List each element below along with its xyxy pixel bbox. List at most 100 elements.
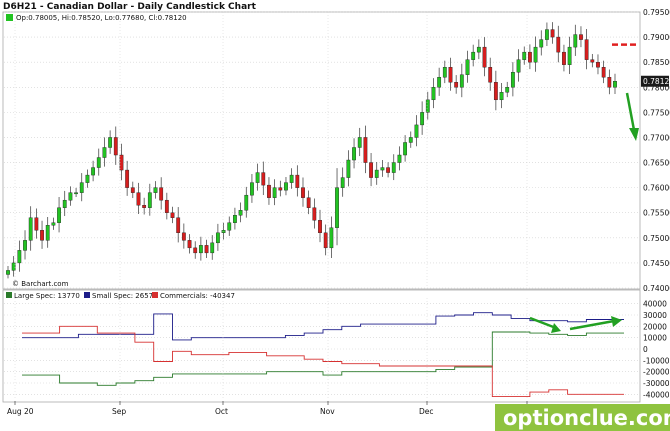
candle-body: [181, 232, 186, 241]
candle-body: [459, 74, 464, 88]
candle-body: [607, 77, 612, 88]
watermark: optionclue.com: [495, 404, 670, 431]
candle-body: [221, 230, 226, 233]
ohlc-marker: [6, 14, 13, 21]
cot-legend: Large Spec: 13770 Small Spec: 26577 Comm…: [6, 292, 235, 300]
candle-body: [142, 204, 147, 208]
candle-body: [250, 182, 254, 196]
chart-title: D6H21 - Canadian Dollar - Daily Candlest…: [3, 2, 257, 12]
price-tick-label: 0.77500: [643, 108, 670, 117]
candle-body: [74, 192, 78, 195]
x-tick-label: Aug 20: [7, 407, 34, 416]
candle-body: [159, 187, 164, 201]
candle-body: [550, 29, 555, 38]
candle-body: [28, 217, 33, 241]
candle-body: [414, 124, 419, 138]
candle-body: [23, 240, 27, 251]
candle-body: [545, 29, 549, 40]
candle-body: [369, 162, 373, 178]
candle-body: [119, 154, 124, 171]
legend-large-spec: Large Spec: 13770: [14, 292, 80, 300]
candle-body: [448, 66, 453, 83]
candle-body: [289, 174, 294, 183]
cot-tick-label: 20000: [643, 322, 667, 331]
cot-tick-label: 30000: [643, 311, 667, 320]
candle-body: [346, 159, 351, 178]
candle-body: [431, 87, 436, 101]
candle-body: [198, 245, 203, 254]
candle-body: [471, 51, 476, 60]
candle-body: [482, 46, 487, 68]
price-tick-label: 0.74000: [643, 284, 670, 293]
candle-body: [272, 187, 277, 198]
candle-body: [391, 162, 396, 173]
candle-body: [590, 59, 595, 63]
cot-tick-label: 0: [643, 345, 648, 354]
price-tick-label: 0.79500: [643, 8, 670, 17]
candle-body: [596, 61, 600, 68]
candle-body: [261, 172, 266, 186]
candle-body: [267, 184, 271, 198]
candle-body: [301, 187, 305, 198]
candle-body: [113, 137, 118, 156]
cot-tick-label: 10000: [643, 334, 667, 343]
price-tick-label: 0.76500: [643, 159, 670, 168]
candle-body: [96, 157, 101, 168]
candle-body: [125, 169, 130, 188]
candle-body: [244, 194, 249, 211]
candle-body: [465, 59, 470, 75]
price-tick-label: 0.78500: [643, 58, 670, 67]
price-tick-label: 0.77000: [643, 133, 670, 142]
candle-body: [318, 220, 322, 234]
legend-commercials: Commercials: -40347: [160, 292, 235, 300]
candle-body: [187, 240, 192, 249]
candle-body: [493, 82, 498, 101]
candle-body: [284, 182, 288, 191]
x-tick-label: Oct: [215, 407, 228, 416]
candle-body: [295, 174, 300, 188]
candle-body: [397, 154, 402, 163]
cot-tick-label: -20000: [643, 368, 670, 377]
candle-body: [374, 169, 379, 178]
last-price-badge: 0.78120: [641, 75, 670, 87]
candle-body: [454, 82, 459, 88]
candle-body: [227, 222, 232, 231]
candle-body: [306, 197, 311, 208]
candle-body: [539, 39, 544, 48]
candle-body: [584, 39, 589, 60]
price-tick-label: 0.75000: [643, 234, 670, 243]
candle-body: [573, 34, 578, 48]
candle-body: [499, 92, 504, 101]
candle-body: [238, 210, 243, 216]
candle-body: [329, 227, 334, 249]
candle-body: [108, 137, 113, 148]
candle-body: [562, 51, 566, 65]
candle-body: [403, 142, 408, 156]
candle-body: [85, 174, 90, 183]
candle-body: [522, 51, 527, 60]
candle-body: [567, 46, 572, 65]
candle-body: [79, 182, 84, 193]
candle-body: [352, 147, 356, 161]
candle-body: [363, 137, 368, 163]
candle-body: [323, 232, 328, 249]
cot-tick-label: -30000: [643, 379, 670, 388]
candle-body: [136, 192, 141, 206]
candle-body: [153, 187, 158, 193]
candle-body: [510, 72, 515, 88]
x-tick-label: Dec: [419, 407, 434, 416]
candle-body: [380, 167, 385, 171]
candle-body: [601, 66, 606, 78]
cot-tick-label: 40000: [643, 300, 667, 309]
candle-body: [425, 99, 430, 113]
candle-body: [204, 245, 209, 254]
candle-body: [437, 77, 442, 88]
candle-body: [62, 199, 67, 208]
candle-body: [528, 51, 532, 63]
candle-body: [102, 147, 107, 158]
price-tick-label: 0.75500: [643, 209, 670, 218]
candle-body: [68, 192, 73, 201]
candle-body: [215, 232, 220, 244]
candle-body: [91, 167, 95, 176]
last-price-text: 0.78120: [643, 77, 670, 86]
